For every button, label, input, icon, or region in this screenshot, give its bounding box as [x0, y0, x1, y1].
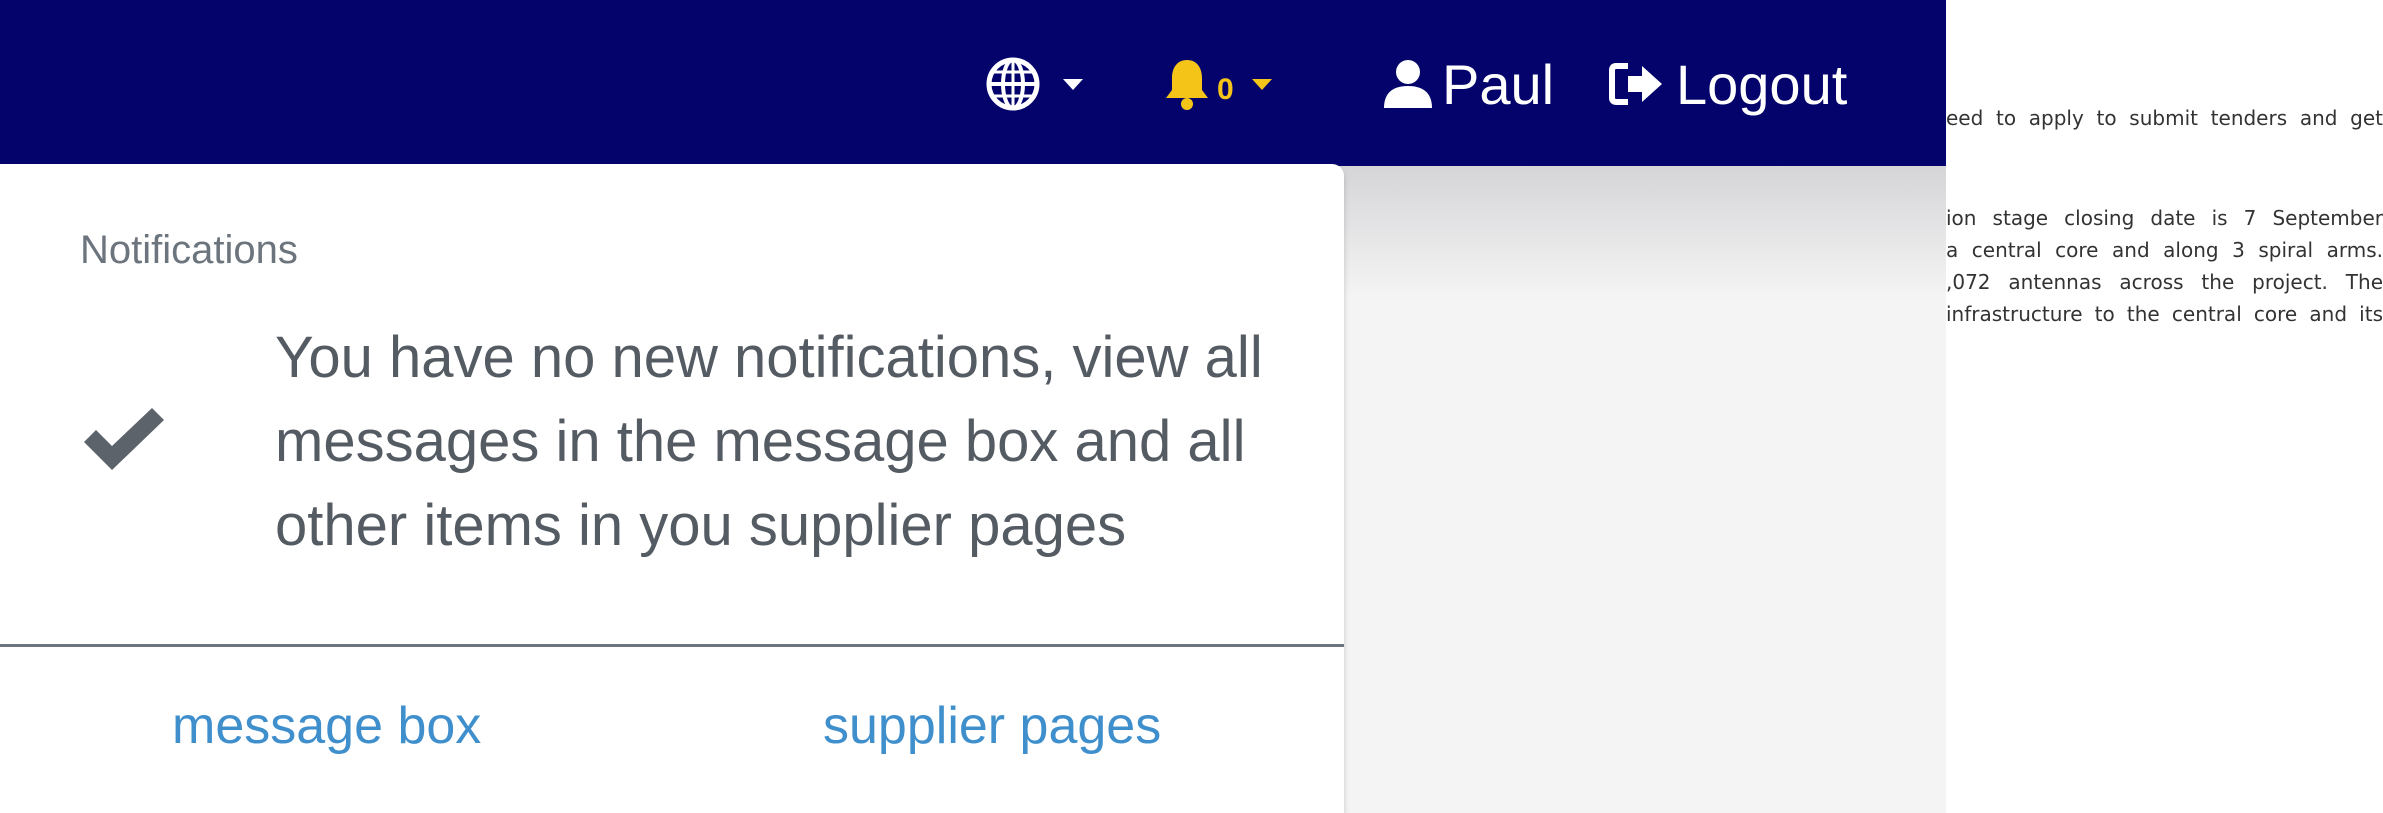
article-line: ion stage closing date is 7 September — [1946, 206, 2383, 230]
check-icon — [84, 408, 164, 470]
user-menu[interactable]: Paul — [1382, 48, 1554, 120]
globe-icon — [986, 57, 1040, 111]
divider — [0, 644, 1344, 647]
notification-count-badge: 0 — [1217, 73, 1234, 106]
background-article-text: eed to apply to submit tenders and get i… — [1946, 0, 2383, 813]
chevron-down-icon — [1251, 78, 1272, 90]
top-navbar: 0 Paul Logout — [0, 0, 1946, 166]
bell-icon — [1166, 60, 1208, 110]
article-line: infrastructure to the central core and i… — [1946, 302, 2383, 326]
notifications-header: Notifications — [80, 228, 298, 272]
article-line: ,072 antennas across the project. The — [1946, 270, 2383, 294]
user-icon — [1384, 60, 1432, 108]
logout-link[interactable]: Logout — [1608, 48, 1847, 120]
language-dropdown[interactable] — [985, 48, 1083, 120]
chevron-down-icon — [1063, 78, 1083, 90]
logout-label: Logout — [1676, 52, 1848, 116]
supplier-pages-link[interactable]: supplier pages — [823, 696, 1161, 756]
message-line: other items in you supplier pages — [275, 493, 1127, 558]
app-area: 0 Paul Logout Notifications You have no … — [0, 0, 1946, 813]
notifications-dropdown-panel: Notifications You have no new notificati… — [0, 164, 1344, 813]
message-line: messages in the message box and all — [275, 409, 1246, 474]
sign-out-icon — [1609, 63, 1662, 105]
message-box-link[interactable]: message box — [172, 696, 481, 756]
notifications-dropdown[interactable]: 0 — [1163, 48, 1272, 120]
user-name: Paul — [1442, 52, 1555, 116]
article-line: a central core and along 3 spiral arms. — [1946, 238, 2383, 262]
notifications-message: You have no new notifications, view all … — [275, 316, 1315, 568]
article-line: eed to apply to submit tenders and get — [1946, 106, 2383, 130]
message-line: You have no new notifications, view all — [275, 325, 1263, 390]
